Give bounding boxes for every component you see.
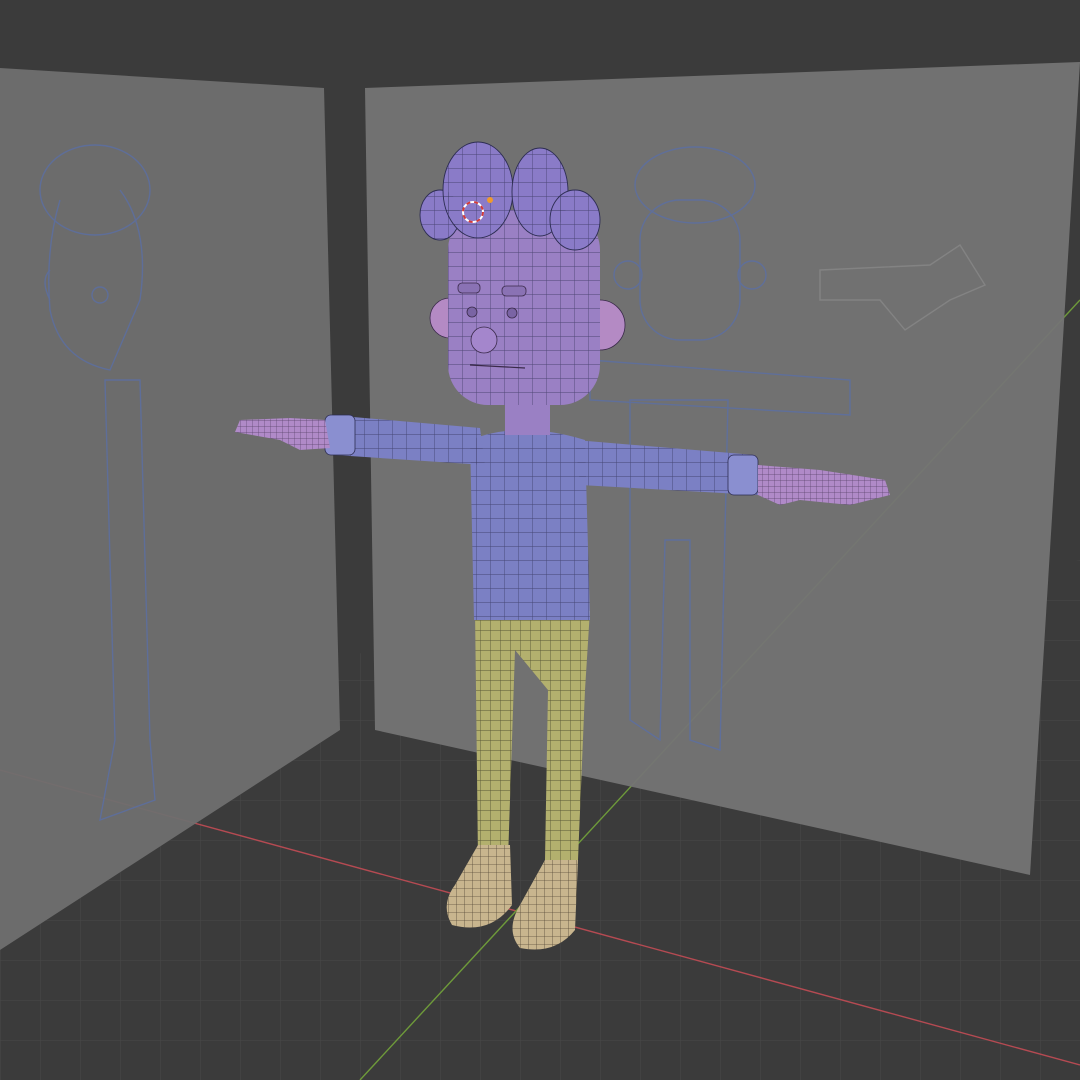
origin-dot-icon [487,197,493,203]
viewport-canvas[interactable] [0,0,1080,1080]
head-mesh[interactable] [429,210,626,405]
3d-viewport[interactable] [0,0,1080,1080]
